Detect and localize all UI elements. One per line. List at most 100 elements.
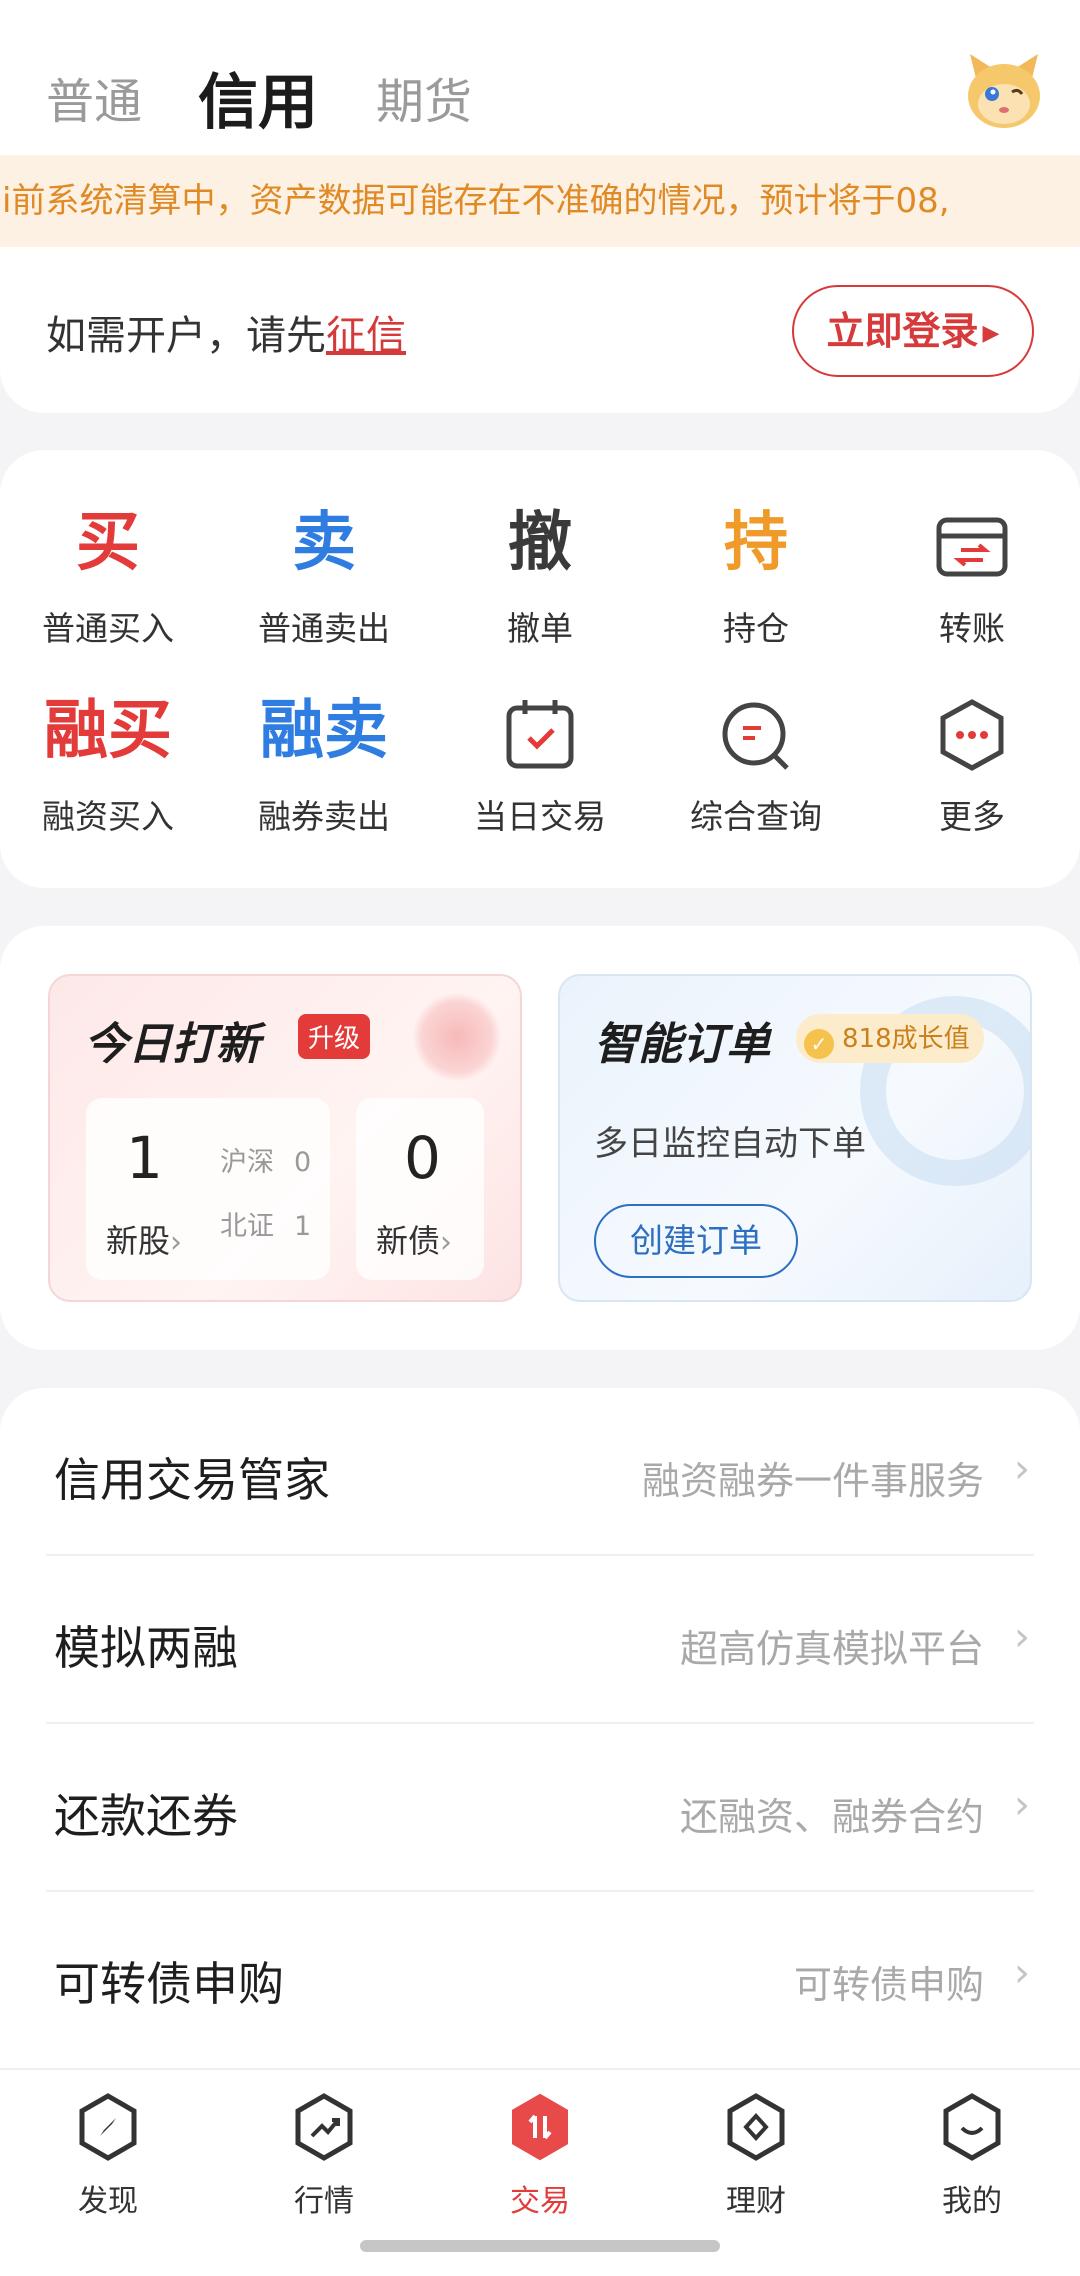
list-item-desc: 可转债申购: [793, 1963, 984, 2007]
coin-icon: ✓: [804, 1029, 834, 1059]
new-stocks-link[interactable]: 新股›: [106, 1216, 182, 1262]
list-item-title: 还款还券: [54, 1789, 238, 1843]
calendar-check-icon: [506, 700, 574, 769]
prompt-text: 如需开户，请先: [46, 313, 326, 359]
action-label: 普通卖出: [258, 609, 390, 648]
service-list: 信用交易管家 融资融券一件事服务 › 模拟两融 超高仿真模拟平台 › 还款还券 …: [0, 1388, 1080, 2068]
home-indicator: [360, 2240, 720, 2252]
list-item-desc: 融资融券一件事服务: [641, 1459, 984, 1503]
list-item[interactable]: 可转债申购 可转债申购 ›: [46, 1892, 1034, 2060]
sell-glyph: 卖: [292, 506, 356, 580]
new-stocks-count: 1: [126, 1124, 163, 1192]
transfer-icon: [936, 517, 1008, 577]
buy-glyph: 买: [76, 506, 140, 580]
new-bonds-label: 新债: [376, 1222, 441, 1260]
short-sell-glyph: 融卖: [260, 694, 388, 768]
create-order-button[interactable]: 创建订单: [594, 1204, 798, 1278]
action-transfer[interactable]: 转账: [864, 500, 1080, 650]
chevron-right-icon: ›: [1014, 1614, 1030, 1660]
action-label: 普通买入: [42, 609, 174, 648]
trend-chart-icon: [295, 2093, 353, 2161]
action-label: 当日交易: [474, 797, 606, 836]
action-cancel-order[interactable]: 撤 撤单: [432, 500, 648, 650]
nav-wealth[interactable]: 理财: [648, 2092, 864, 2220]
new-bonds-count: 0: [404, 1124, 441, 1192]
nav-label: 理财: [726, 2184, 786, 2219]
tab-credit[interactable]: 信用: [198, 54, 318, 141]
ipo-title: 今日打新: [84, 1019, 260, 1070]
cancel-glyph: 撤: [508, 506, 572, 580]
new-bonds-link[interactable]: 新债›: [376, 1216, 452, 1262]
mascot-avatar-icon[interactable]: [962, 48, 1046, 132]
new-stocks-label: 新股: [106, 1222, 171, 1260]
action-margin-buy[interactable]: 融买 融资买入: [0, 688, 216, 838]
list-item-title: 模拟两融: [54, 1621, 238, 1675]
chevron-right-icon: ›: [1014, 1782, 1030, 1828]
action-short-sell[interactable]: 融卖 融券卖出: [216, 688, 432, 838]
system-notice-banner: i前系统清算中，资产数据可能存在不准确的情况，预计将于08,: [0, 155, 1080, 247]
nav-trade[interactable]: 交易: [432, 2092, 648, 2220]
nav-label: 发现: [78, 2184, 138, 2219]
wealth-diamond-icon: [727, 2093, 785, 2161]
action-today-trades[interactable]: 当日交易: [432, 688, 648, 838]
bz-row: 北证 1: [220, 1204, 311, 1243]
action-normal-sell[interactable]: 卖 普通卖出: [216, 500, 432, 650]
list-item[interactable]: 信用交易管家 融资融券一件事服务 ›: [46, 1388, 1034, 1556]
chevron-right-icon: ›: [170, 1225, 183, 1260]
list-item[interactable]: 模拟两融 超高仿真模拟平台 ›: [46, 1556, 1034, 1724]
new-bonds-panel[interactable]: 0 新债›: [356, 1098, 484, 1280]
ipo-decoration: [412, 992, 502, 1082]
action-label: 更多: [939, 797, 1005, 836]
new-stocks-panel[interactable]: 1 新股› 沪深 0 北证 1: [86, 1098, 330, 1280]
nav-label: 交易: [510, 2184, 570, 2219]
chevron-right-icon: ›: [440, 1225, 453, 1260]
nav-discover[interactable]: 发现: [0, 2092, 216, 2220]
smart-order-title: 智能订单: [594, 1019, 770, 1070]
smart-order-card[interactable]: 智能订单 ✓ 818成长值 多日监控自动下单 创建订单: [558, 974, 1032, 1302]
action-label: 综合查询: [690, 797, 822, 836]
account-open-prompt: 如需开户，请先征信: [46, 303, 406, 361]
chevron-right-icon: ›: [1014, 1950, 1030, 1996]
list-item-desc: 还融资、融券合约: [679, 1795, 984, 1839]
hs-label: 沪深: [220, 1147, 274, 1178]
login-button-label: 立即登录: [826, 309, 979, 353]
hold-glyph: 持: [724, 506, 788, 580]
nav-market[interactable]: 行情: [216, 2092, 432, 2220]
bz-value: 1: [294, 1211, 312, 1242]
margin-buy-glyph: 融买: [44, 694, 172, 768]
growth-points-badge: ✓ 818成长值: [796, 1014, 984, 1063]
action-more[interactable]: 更多: [864, 688, 1080, 838]
trade-arrows-icon: [512, 2093, 568, 2161]
growth-points-text: 818成长值: [842, 1024, 970, 1054]
notice-text: i前系统清算中，资产数据可能存在不准确的情况，预计将于08,: [2, 181, 950, 221]
list-item[interactable]: 还款还券 还融资、融券合约 ›: [46, 1724, 1034, 1892]
more-dots-icon: [940, 699, 1004, 771]
list-item-title: 可转债申购: [54, 1957, 284, 2011]
nav-profile[interactable]: 我的: [864, 2092, 1080, 2220]
hs-value: 0: [294, 1147, 312, 1178]
caret-right-icon: ▶: [982, 321, 1000, 346]
login-button[interactable]: 立即登录 ▶: [792, 285, 1034, 377]
tab-futures[interactable]: 期货: [376, 62, 472, 132]
query-search-icon: [722, 702, 789, 770]
nav-label: 行情: [294, 2184, 354, 2219]
action-label: 融资买入: [42, 797, 174, 836]
action-general-query[interactable]: 综合查询: [648, 688, 864, 838]
hs-row: 沪深 0: [220, 1140, 311, 1179]
action-label: 持仓: [723, 609, 789, 648]
action-label: 融券卖出: [258, 797, 390, 836]
compass-icon: [79, 2093, 137, 2161]
action-holdings[interactable]: 持 持仓: [648, 500, 864, 650]
tab-normal[interactable]: 普通: [46, 62, 142, 132]
action-label: 转账: [939, 609, 1005, 648]
list-item-desc: 超高仿真模拟平台: [679, 1627, 984, 1671]
credit-check-link[interactable]: 征信: [326, 313, 406, 359]
top-tab-bar: 普通 信用 期货: [0, 0, 1080, 155]
action-normal-buy[interactable]: 买 普通买入: [0, 500, 216, 650]
nav-label: 我的: [942, 2184, 1002, 2219]
action-label: 撤单: [507, 609, 573, 648]
list-item-title: 信用交易管家: [54, 1453, 330, 1507]
ipo-card[interactable]: 今日打新 升级 1 新股› 沪深 0 北证 1 0 新债›: [48, 974, 522, 1302]
upgrade-badge: 升级: [298, 1014, 371, 1059]
smart-order-desc: 多日监控自动下单: [594, 1124, 866, 1164]
